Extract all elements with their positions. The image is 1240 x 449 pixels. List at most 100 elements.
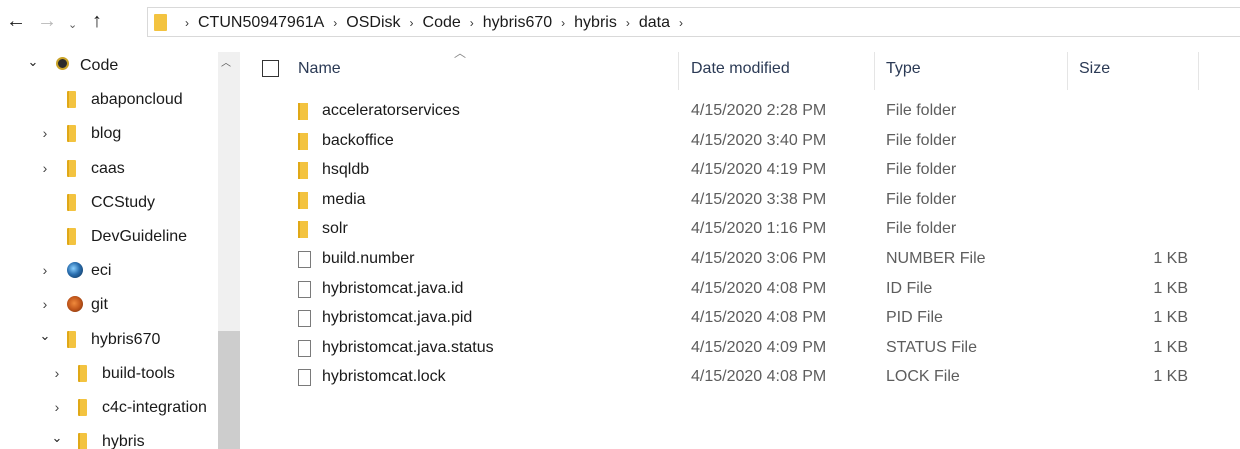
column-header-name[interactable]: Name xyxy=(298,59,341,79)
file-row[interactable]: media 4/15/2020 3:38 PM File folder xyxy=(282,186,1240,216)
breadcrumb-item[interactable]: hybris xyxy=(574,13,617,33)
file-type: STATUS File xyxy=(886,338,977,356)
nav-item-label: eci xyxy=(91,262,112,280)
file-size: 1 KB xyxy=(1153,338,1188,356)
back-arrow-icon[interactable]: ← xyxy=(6,9,26,33)
navigation-pane: ︿ ⌄ Code abaponcloud › blog › caas CCStudy DevGu… xyxy=(0,44,241,449)
column-divider[interactable] xyxy=(1198,52,1199,90)
file-date-modified: 4/15/2020 3:06 PM xyxy=(691,250,827,267)
file-row[interactable]: hybristomcat.java.id 4/15/2020 4:08 PM ID … xyxy=(282,275,1240,305)
forward-arrow-icon[interactable]: → xyxy=(37,9,57,33)
breadcrumb-item[interactable]: hybris670 xyxy=(483,13,552,33)
column-divider[interactable] xyxy=(1067,52,1068,90)
file-row[interactable]: solr 4/15/2020 1:16 PM File folder xyxy=(282,215,1240,245)
file-date-modified: 4/15/2020 1:16 PM xyxy=(691,220,827,238)
file-date-modified: 4/15/2020 4:08 PM xyxy=(691,368,827,386)
nav-item-label: blog xyxy=(91,125,122,143)
nav-item-label: git xyxy=(91,296,108,314)
file-row[interactable]: hybristomcat.java.pid 4/15/2020 4:08 PM PI… xyxy=(282,304,1240,334)
file-row[interactable]: acceleratorservices 4/15/2020 2:28 PM File… xyxy=(282,97,1240,127)
nav-item[interactable]: ⌄ Code xyxy=(0,52,218,80)
breadcrumb-chevron-icon[interactable]: › xyxy=(333,13,337,33)
nav-item[interactable]: › build-tools xyxy=(0,360,218,388)
column-divider[interactable] xyxy=(678,52,679,90)
chevron-down-icon[interactable]: ⌄ xyxy=(50,428,64,448)
up-arrow-icon[interactable]: ↑ xyxy=(92,9,102,33)
file-type: File folder xyxy=(886,161,957,179)
file-type: ID File xyxy=(886,279,933,297)
eclipse-icon xyxy=(56,57,69,70)
file-list: ︿ Name Date modified Type Size accelerat… xyxy=(241,44,1240,449)
nav-item[interactable]: › c4c-integration xyxy=(0,394,218,422)
nav-item-label: hybris670 xyxy=(91,330,161,348)
chevron-right-icon[interactable]: › xyxy=(38,123,52,143)
file-row[interactable]: backoffice 4/15/2020 3:40 PM File folder xyxy=(282,127,1240,157)
nav-item[interactable]: › caas xyxy=(0,155,218,183)
breadcrumb-chevron-icon[interactable]: › xyxy=(679,13,683,33)
file-row[interactable]: build.number 4/15/2020 3:06 PM NUMBER File… xyxy=(282,245,1240,275)
folder-icon xyxy=(298,132,308,150)
file-date-modified: 4/15/2020 4:08 PM xyxy=(691,279,827,297)
chevron-right-icon[interactable]: › xyxy=(50,397,64,417)
chevron-down-icon[interactable]: ⌄ xyxy=(26,52,40,72)
file-name: hybristomcat.lock xyxy=(322,368,446,386)
nav-item[interactable]: CCStudy xyxy=(0,189,218,217)
nav-item[interactable]: › eci xyxy=(0,257,218,285)
select-all-checkbox[interactable] xyxy=(262,60,279,77)
file-type: File folder xyxy=(886,102,957,119)
file-icon xyxy=(298,310,311,328)
folder-icon xyxy=(154,14,167,31)
breadcrumb-chevron-icon[interactable]: › xyxy=(410,13,414,33)
breadcrumb-chevron-icon[interactable]: › xyxy=(626,13,630,33)
file-size: 1 KB xyxy=(1153,250,1188,267)
chevron-right-icon[interactable]: › xyxy=(38,260,52,280)
nav-item-label: abaponcloud xyxy=(91,91,183,109)
breadcrumb-item[interactable]: data xyxy=(639,13,670,33)
folder-icon xyxy=(67,125,76,143)
breadcrumb-chevron-icon[interactable]: › xyxy=(185,13,189,33)
file-row[interactable]: hybristomcat.java.status 4/15/2020 4:09 P… xyxy=(282,334,1240,364)
column-header-size[interactable]: Size xyxy=(1079,59,1110,79)
chevron-right-icon[interactable]: › xyxy=(38,294,52,314)
nav-item[interactable]: abaponcloud xyxy=(0,86,218,114)
chevron-down-icon[interactable]: ⌄ xyxy=(38,326,52,346)
nav-scrollbar-thumb[interactable] xyxy=(218,331,240,449)
nav-item-label: caas xyxy=(91,159,125,177)
breadcrumb-chevron-icon[interactable]: › xyxy=(470,13,474,33)
recent-locations-chevron-icon[interactable]: ⌄ xyxy=(68,13,77,37)
nav-item[interactable]: ⌄ hybris670 xyxy=(0,326,218,354)
folder-icon xyxy=(67,228,76,245)
breadcrumb-chevron-icon[interactable]: › xyxy=(561,13,565,33)
nav-item[interactable]: ⌄ hybris xyxy=(0,428,218,449)
nav-item-label: hybris xyxy=(102,433,145,449)
file-row[interactable]: hsqldb 4/15/2020 4:19 PM File folder xyxy=(282,156,1240,186)
file-type: File folder xyxy=(886,190,957,208)
breadcrumb: › CTUN50947961A › OSDisk › Code › hybris670 › hyb… xyxy=(176,13,692,33)
file-type: PID File xyxy=(886,309,943,327)
address-box[interactable]: › CTUN50947961A › OSDisk › Code › hybris670 › hyb… xyxy=(147,7,1240,37)
file-size: 1 KB xyxy=(1153,279,1188,297)
chevron-right-icon[interactable]: › xyxy=(50,363,64,383)
file-type: File folder xyxy=(886,131,957,149)
scroll-up-icon[interactable]: ︿ xyxy=(221,54,231,69)
git-icon xyxy=(67,296,83,313)
column-header-type[interactable]: Type xyxy=(886,59,921,79)
breadcrumb-item[interactable]: CTUN50947961A xyxy=(198,13,324,33)
file-date-modified: 4/15/2020 4:09 PM xyxy=(691,338,827,356)
file-name: build.number xyxy=(322,250,415,267)
nav-item[interactable]: DevGuideline xyxy=(0,223,218,251)
chevron-right-icon[interactable]: › xyxy=(38,158,52,178)
nav-item[interactable]: › blog xyxy=(0,120,218,148)
file-type: NUMBER File xyxy=(886,250,986,267)
file-row[interactable]: hybristomcat.lock 4/15/2020 4:08 PM LOCK F… xyxy=(282,363,1240,393)
nav-item[interactable]: › git xyxy=(0,291,218,319)
file-name: solr xyxy=(322,220,348,238)
folder-icon xyxy=(78,364,87,382)
file-name: acceleratorservices xyxy=(322,102,460,119)
column-divider[interactable] xyxy=(874,52,875,90)
file-size: 1 KB xyxy=(1153,368,1188,386)
breadcrumb-item[interactable]: OSDisk xyxy=(346,13,400,33)
breadcrumb-item[interactable]: Code xyxy=(423,13,461,33)
file-icon xyxy=(298,280,311,298)
column-header-date-modified[interactable]: Date modified xyxy=(691,59,790,79)
